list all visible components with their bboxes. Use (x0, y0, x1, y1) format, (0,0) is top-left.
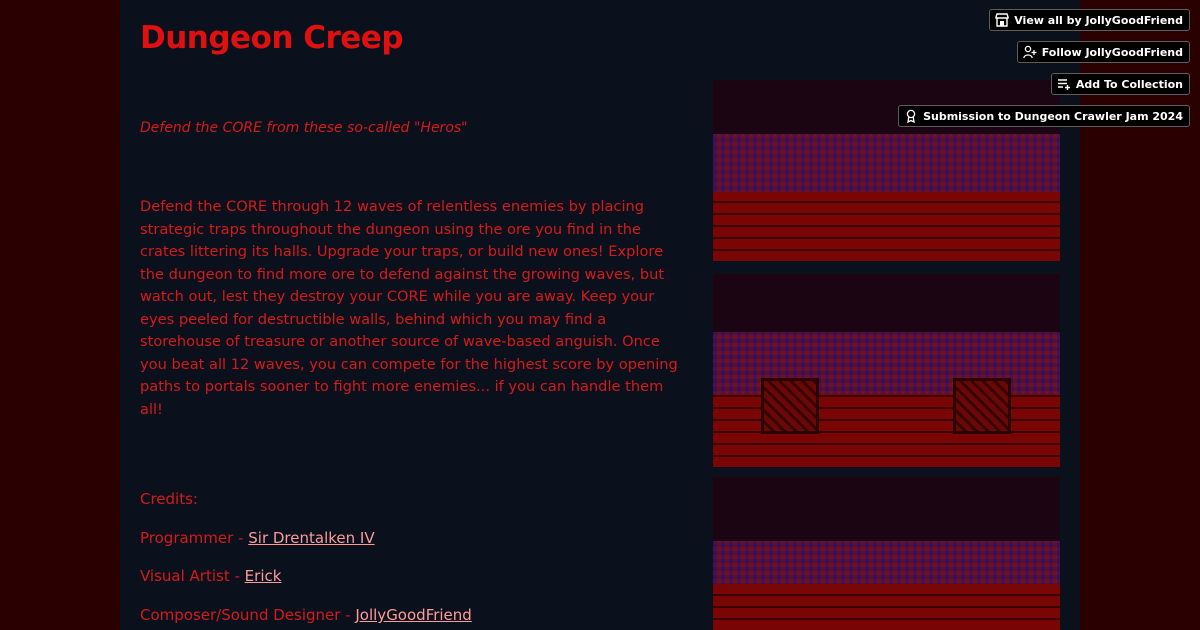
credits-heading: Credits: (140, 490, 198, 508)
credit-composer: Composer/Sound Designer - JollyGoodFrien… (140, 606, 472, 624)
credit-role: Programmer - (140, 529, 249, 547)
screenshot-2[interactable] (713, 274, 1060, 467)
view-all-label: View all by JollyGoodFriend (1014, 13, 1183, 27)
screenshot-3[interactable] (713, 477, 1060, 630)
user-plus-icon (1022, 44, 1038, 60)
game-description: Defend the CORE through 12 waves of rele… (140, 198, 678, 418)
add-to-collection-label: Add To Collection (1075, 77, 1183, 91)
jam-submission-label: Submission to Dungeon Crawler Jam 2024 (923, 109, 1183, 123)
add-to-collection-button[interactable]: Add To Collection (1050, 73, 1190, 95)
follow-label: Follow JollyGoodFriend (1041, 45, 1183, 59)
screenshot-floor (713, 584, 1060, 630)
credit-programmer: Programmer - Sir Drentalken IV (140, 529, 375, 547)
tagline: Defend the CORE from these so-called "He… (140, 120, 468, 136)
credit-role: Visual Artist - (140, 567, 245, 585)
credit-link-programmer[interactable]: Sir Drentalken IV (248, 529, 374, 547)
crate (761, 378, 819, 435)
credit-link-composer[interactable]: JollyGoodFriend (355, 606, 471, 624)
crate (953, 378, 1011, 435)
page-title: Dungeon Creep (140, 20, 404, 56)
credit-link-visual-artist[interactable]: Erick (245, 567, 282, 585)
award-ribbon-icon (903, 108, 919, 124)
follow-button[interactable]: Follow JollyGoodFriend (1016, 41, 1190, 63)
screenshot-wall (713, 134, 1060, 198)
screenshot-ceiling (713, 477, 1060, 542)
storefront-icon (994, 12, 1010, 28)
credit-role: Composer/Sound Designer - (140, 606, 356, 624)
screenshot-floor (713, 192, 1060, 261)
credit-visual-artist: Visual Artist - Erick (140, 567, 281, 585)
jam-submission-button[interactable]: Submission to Dungeon Crawler Jam 2024 (898, 105, 1190, 127)
playlist-add-icon (1056, 76, 1072, 92)
view-all-button[interactable]: View all by JollyGoodFriend (989, 9, 1190, 31)
